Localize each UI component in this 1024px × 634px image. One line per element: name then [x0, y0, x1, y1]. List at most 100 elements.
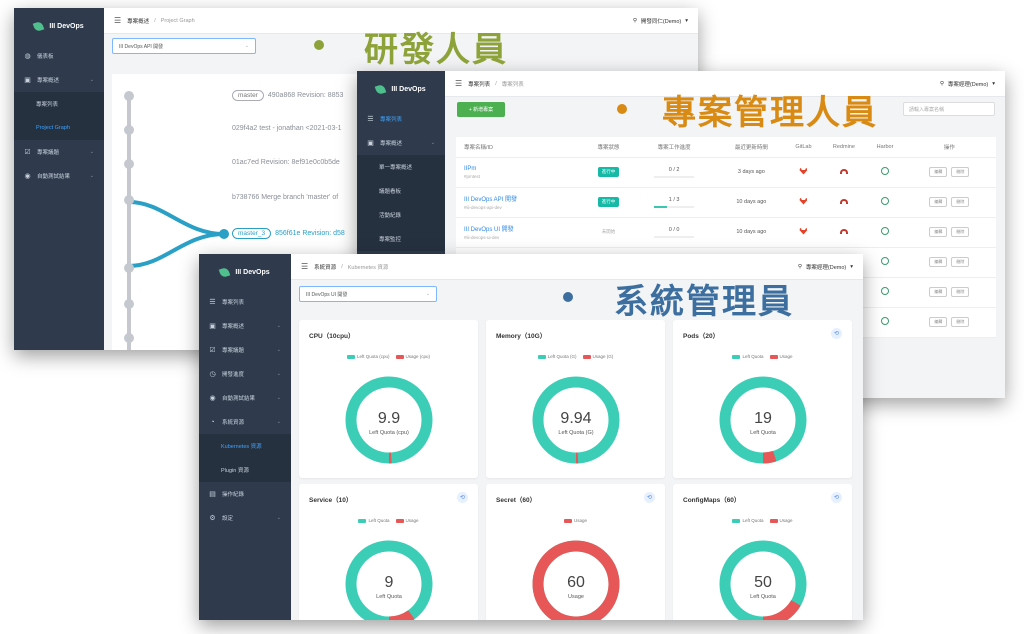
- sidebar-item[interactable]: ☑ 專案議題 ⌄: [14, 140, 104, 164]
- sidebar-item[interactable]: ⚙ 設定 ⌄: [199, 506, 291, 530]
- harbor-icon[interactable]: [881, 287, 889, 295]
- legend-swatch: [358, 518, 367, 523]
- refresh-icon[interactable]: ⟲: [831, 492, 842, 503]
- location-icon: ⚲: [632, 17, 637, 24]
- sidebar-item[interactable]: ▣ 專案概述 ⌄: [14, 68, 104, 92]
- sidebar-item[interactable]: ◉ 自動測試結果 ⌄: [199, 386, 291, 410]
- delete-button[interactable]: 刪除: [951, 257, 970, 267]
- user-menu[interactable]: ⚲ 開發同仁(Demo) ▾: [633, 17, 688, 25]
- sidebar-item[interactable]: Kubernetes 資源: [199, 434, 291, 458]
- delete-button[interactable]: 刪除: [951, 287, 970, 297]
- progress: 1 / 3: [654, 197, 695, 208]
- sidebar-item[interactable]: 活動紀錄: [357, 203, 445, 227]
- legend-item[interactable]: Left Quota: [358, 518, 390, 523]
- harbor-icon[interactable]: [881, 167, 889, 175]
- delete-button[interactable]: 刪除: [951, 317, 970, 327]
- gitlab-icon[interactable]: [799, 167, 808, 175]
- redmine-icon[interactable]: [839, 168, 848, 174]
- delete-button[interactable]: 刪除: [951, 227, 970, 237]
- project-id: #pmtest: [464, 173, 481, 179]
- sidebar-item[interactable]: ▣ 專案概述 ⌄: [199, 314, 291, 338]
- project-id: #iii-devops-ui-dev: [464, 235, 500, 240]
- sidebar-item[interactable]: ☑ 專案議題 ⌄: [199, 338, 291, 362]
- gitlab-icon[interactable]: [799, 197, 808, 205]
- legend-item[interactable]: Left Quota: [732, 518, 764, 523]
- sidebar-item[interactable]: ◍ 儀表板: [14, 44, 104, 68]
- legend-item[interactable]: Left Quota (cpu): [346, 354, 390, 359]
- edit-button[interactable]: 編輯: [929, 257, 948, 267]
- commit-row[interactable]: b738766 Merge branch 'master' of: [232, 194, 338, 201]
- commit-row[interactable]: master 490a868 Revision: 8853: [232, 90, 343, 101]
- brand-name: III DevOps: [391, 85, 426, 93]
- column-header: 專案狀態: [585, 137, 632, 158]
- breadcrumb-item[interactable]: 專案列表: [468, 80, 490, 88]
- edit-button[interactable]: 編輯: [929, 197, 948, 207]
- sidebar-item[interactable]: ◷ 開發進度 ⌄: [199, 362, 291, 386]
- project-name-link[interactable]: III DevOps UI 開發: [464, 224, 585, 233]
- sidebar-item-label: 專案列表: [36, 102, 59, 108]
- legend-item[interactable]: Usage: [769, 354, 793, 359]
- legend-item[interactable]: Usage: [395, 518, 419, 523]
- sidebar-item-label: 系統資源: [222, 420, 245, 426]
- delete-button[interactable]: 刪除: [951, 197, 970, 207]
- sidebar-item[interactable]: 專案列表: [14, 92, 104, 116]
- sidebar-item[interactable]: ▤ 操作紀錄: [199, 482, 291, 506]
- center-value: 19: [754, 410, 772, 427]
- edit-button[interactable]: 編輯: [929, 287, 948, 297]
- sidebar-item[interactable]: ☰ 專案列表: [199, 290, 291, 314]
- redmine-icon[interactable]: [839, 228, 848, 234]
- sidebar-item[interactable]: ☰ 專案列表: [357, 107, 445, 131]
- updated-cell: 3 days ago: [716, 157, 787, 188]
- legend-item[interactable]: Usage (G): [582, 354, 613, 359]
- sidebar-item[interactable]: 議題看板: [357, 179, 445, 203]
- legend-item[interactable]: Left Quota: [732, 354, 764, 359]
- app-logo[interactable]: III DevOps: [357, 71, 445, 107]
- breadcrumb-item[interactable]: 專案概述: [127, 17, 149, 25]
- commit-node: [219, 229, 229, 239]
- refresh-icon[interactable]: ⟲: [831, 328, 842, 339]
- harbor-icon[interactable]: [881, 257, 889, 265]
- harbor-icon[interactable]: [881, 197, 889, 205]
- sidebar-item[interactable]: ◉ 自動測試結果 ⌄: [14, 164, 104, 188]
- menu-toggle-icon[interactable]: ☰: [301, 262, 308, 271]
- user-menu[interactable]: ⚲ 專案經理(Demo) ▾: [940, 80, 995, 88]
- redmine-icon[interactable]: [839, 198, 848, 204]
- edit-button[interactable]: 編輯: [929, 227, 948, 237]
- project-search-input[interactable]: 請輸入專案名稱: [903, 102, 995, 116]
- commit-row[interactable]: master_3 856f61e Revision: d58: [232, 228, 345, 239]
- sidebar-item[interactable]: 專案監控: [357, 227, 445, 251]
- legend-item[interactable]: Usage: [563, 518, 587, 523]
- delete-button[interactable]: 刪除: [951, 167, 970, 177]
- user-name: 專案經理(Demo): [805, 264, 847, 271]
- sidebar-item[interactable]: Project Graph: [14, 116, 104, 140]
- sidebar-item-label: 專案監控: [379, 237, 402, 243]
- sidebar-item[interactable]: ▣ 專案概述 ⌄: [357, 131, 445, 155]
- commit-row[interactable]: 01ac7ed Revision: 8ef91e0c0b5de: [232, 159, 340, 166]
- add-project-button[interactable]: + 新增專案: [457, 102, 505, 117]
- edit-button[interactable]: 編輯: [929, 317, 948, 327]
- legend-item[interactable]: Left Quota (G): [537, 354, 577, 359]
- breadcrumb-item[interactable]: 系統資源: [314, 263, 336, 271]
- project-select[interactable]: III DevOps UI 開發 ⌄: [299, 286, 437, 302]
- legend-item[interactable]: Usage (cpu): [395, 354, 430, 359]
- gitlab-icon[interactable]: [799, 227, 808, 235]
- harbor-icon[interactable]: [881, 227, 889, 235]
- user-menu[interactable]: ⚲ 專案經理(Demo) ▾: [798, 263, 853, 271]
- menu-toggle-icon[interactable]: ☰: [455, 79, 462, 88]
- commit-row[interactable]: 029f4a2 test - jonathan <2021-03-1: [232, 125, 342, 132]
- refresh-icon[interactable]: ⟲: [644, 492, 655, 503]
- sidebar-item[interactable]: ◔ 系統資源 ⌄: [199, 410, 291, 434]
- sidebar-item[interactable]: Plugin 資源: [199, 458, 291, 482]
- harbor-icon[interactable]: [881, 317, 889, 325]
- project-name-link[interactable]: IIPm: [464, 166, 585, 172]
- sidebar-item[interactable]: 單一專案概述: [357, 155, 445, 179]
- app-logo[interactable]: III DevOps: [199, 254, 291, 290]
- refresh-icon[interactable]: ⟲: [457, 492, 468, 503]
- chevron-down-icon: ⌄: [430, 140, 435, 146]
- app-logo[interactable]: III DevOps: [14, 8, 104, 44]
- sidebar-item-label: 專案議題: [37, 150, 60, 156]
- menu-toggle-icon[interactable]: ☰: [114, 16, 121, 25]
- project-name-link[interactable]: III DevOps API 開發: [464, 194, 585, 203]
- edit-button[interactable]: 編輯: [929, 167, 948, 177]
- legend-item[interactable]: Usage: [769, 518, 793, 523]
